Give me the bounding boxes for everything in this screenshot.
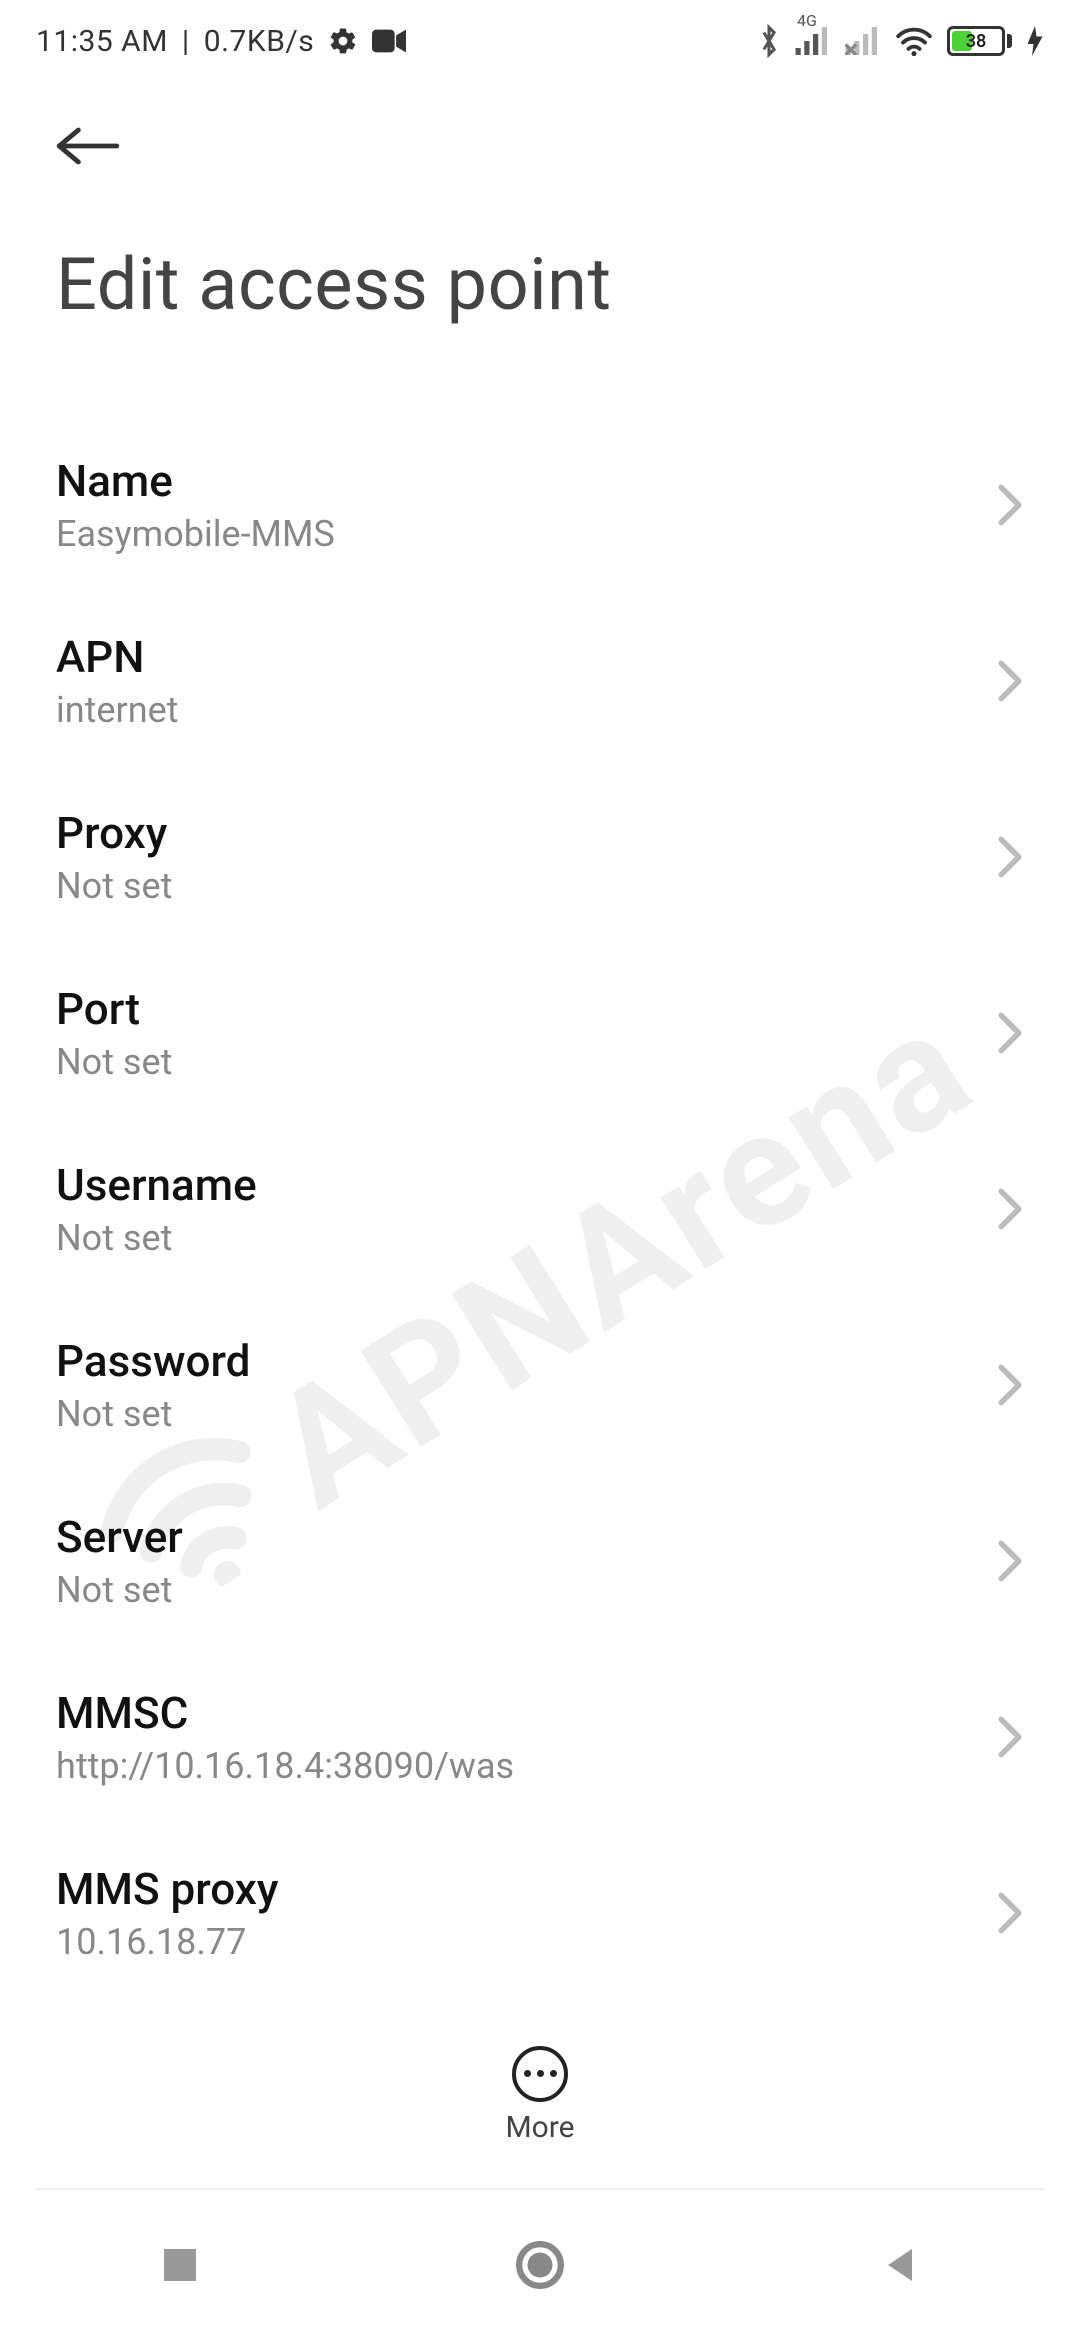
- row-value: internet: [56, 689, 178, 731]
- row-title: Proxy: [56, 807, 172, 859]
- charging-icon: [1026, 26, 1044, 56]
- apn-row-proxy[interactable]: Proxy Not set: [56, 769, 1024, 945]
- square-icon: [160, 2245, 200, 2285]
- apn-row-server[interactable]: Server Not set: [56, 1473, 1024, 1649]
- wifi-icon: [895, 26, 933, 56]
- signal-4g-icon: 4G: [795, 27, 831, 55]
- chevron-right-icon: [996, 1011, 1024, 1055]
- apn-settings-list: APNArena Name Easymobile-MMS APN interne…: [0, 417, 1080, 2217]
- battery-indicator: 38: [947, 26, 1012, 56]
- ellipsis-icon: [550, 2070, 557, 2077]
- nav-back-button[interactable]: [870, 2235, 930, 2295]
- row-value: Not set: [56, 1041, 172, 1083]
- status-time: 11:35 AM: [36, 24, 168, 59]
- chevron-right-icon: [996, 1187, 1024, 1231]
- row-value: Easymobile-MMS: [56, 513, 335, 555]
- system-nav-bar: [0, 2190, 1080, 2340]
- chevron-right-icon: [996, 659, 1024, 703]
- page-title: Edit access point: [56, 242, 1024, 327]
- bluetooth-icon: [757, 24, 781, 58]
- triangle-left-icon: [880, 2245, 920, 2285]
- row-value: Not set: [56, 1393, 250, 1435]
- row-value: Not set: [56, 865, 172, 907]
- status-right: 4G 38: [757, 24, 1044, 58]
- status-left: 11:35 AM | 0.7KB/s: [36, 24, 406, 59]
- nav-home-button[interactable]: [510, 2235, 570, 2295]
- ellipsis-icon: [524, 2070, 531, 2077]
- apn-row-mms-proxy[interactable]: MMS proxy 10.16.18.77: [56, 1825, 1024, 2001]
- row-title: Port: [56, 983, 172, 1035]
- back-button[interactable]: [56, 110, 128, 182]
- chevron-right-icon: [996, 483, 1024, 527]
- apn-row-port[interactable]: Port Not set: [56, 945, 1024, 1121]
- more-label: More: [505, 2110, 574, 2145]
- apn-row-apn[interactable]: APN internet: [56, 593, 1024, 769]
- chevron-right-icon: [996, 1715, 1024, 1759]
- signal-4g-label: 4G: [797, 11, 817, 30]
- row-title: Name: [56, 455, 335, 507]
- circle-icon: [515, 2240, 565, 2290]
- row-title: Server: [56, 1511, 183, 1563]
- status-network-speed: 0.7KB/s: [204, 24, 315, 59]
- status-separator: |: [182, 24, 190, 59]
- apn-row-username[interactable]: Username Not set: [56, 1121, 1024, 1297]
- apn-row-password[interactable]: Password Not set: [56, 1297, 1024, 1473]
- apn-row-name[interactable]: Name Easymobile-MMS: [56, 417, 1024, 593]
- row-title: Username: [56, 1159, 257, 1211]
- row-title: APN: [56, 631, 178, 683]
- row-title: MMSC: [56, 1687, 514, 1739]
- row-value: Not set: [56, 1217, 257, 1259]
- row-value: http://10.16.18.4:38090/was: [56, 1745, 514, 1787]
- row-value: 10.16.18.77: [56, 1921, 278, 1963]
- chevron-right-icon: [996, 1891, 1024, 1935]
- bottom-action-bar: More: [0, 2020, 1080, 2170]
- video-camera-icon: [372, 29, 406, 53]
- page-header: Edit access point: [0, 70, 1080, 327]
- arrow-left-icon: [56, 124, 120, 168]
- status-bar: 11:35 AM | 0.7KB/s 4G 38: [0, 0, 1080, 70]
- signal-sim2-icon: [845, 27, 881, 55]
- chevron-right-icon: [996, 835, 1024, 879]
- nav-recents-button[interactable]: [150, 2235, 210, 2295]
- row-title: Password: [56, 1335, 250, 1387]
- gear-icon: [328, 26, 358, 56]
- battery-percent: 38: [950, 31, 1002, 52]
- chevron-right-icon: [996, 1539, 1024, 1583]
- row-value: Not set: [56, 1569, 183, 1611]
- ellipsis-icon: [537, 2070, 544, 2077]
- apn-row-mmsc[interactable]: MMSC http://10.16.18.4:38090/was: [56, 1649, 1024, 1825]
- chevron-right-icon: [996, 1363, 1024, 1407]
- row-title: MMS proxy: [56, 1863, 278, 1915]
- more-button[interactable]: [512, 2046, 568, 2102]
